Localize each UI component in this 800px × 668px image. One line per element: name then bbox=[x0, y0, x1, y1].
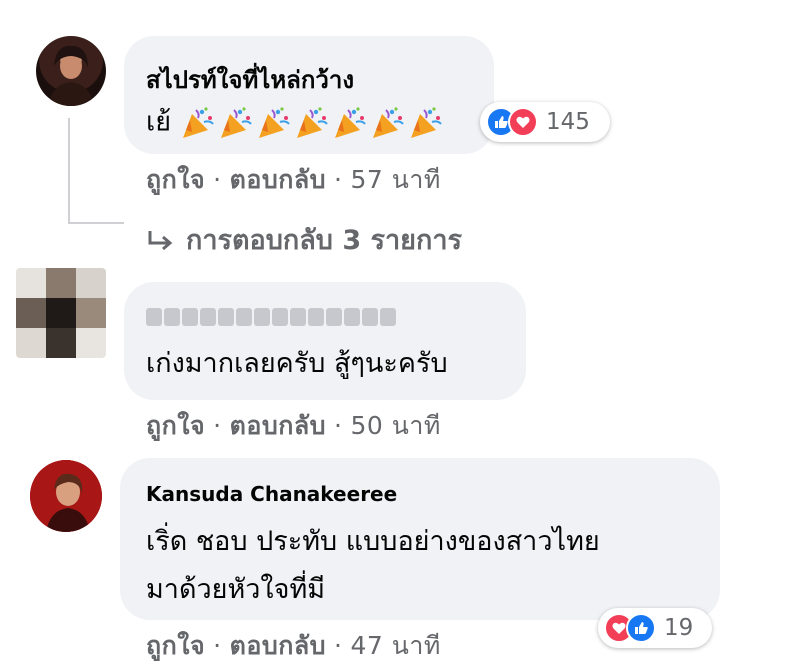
comment-text: เก่งมากเลยครับ สู้ๆนะครับ bbox=[146, 348, 448, 379]
reactions-summary[interactable]: 145 bbox=[480, 102, 610, 142]
party-popper-icon bbox=[296, 107, 328, 138]
timestamp[interactable]: 50 นาที bbox=[351, 411, 441, 440]
comment-author[interactable]: Kansuda Chanakeeree bbox=[146, 482, 397, 506]
like-link[interactable]: ถูกใจ bbox=[146, 165, 205, 194]
avatar[interactable] bbox=[30, 460, 102, 532]
like-reaction-icon bbox=[626, 613, 656, 643]
reaction-count: 19 bbox=[664, 615, 694, 641]
avatar[interactable] bbox=[36, 36, 106, 106]
party-popper-icon bbox=[182, 107, 214, 138]
love-reaction-icon bbox=[508, 107, 538, 137]
like-link[interactable]: ถูกใจ bbox=[146, 631, 205, 660]
comment-author[interactable]: สไปรท์ใจที่ไหล่กว้าง bbox=[146, 60, 354, 99]
avatar-blurred[interactable] bbox=[16, 268, 106, 358]
party-popper-icon bbox=[372, 107, 404, 138]
like-link[interactable]: ถูกใจ bbox=[146, 411, 205, 440]
comment-actions: ถูกใจ · ตอบกลับ · 47 นาที bbox=[146, 626, 441, 666]
separator-dot: · bbox=[213, 631, 222, 660]
comment-text-value: เย้ bbox=[146, 106, 172, 138]
avatar-photo-icon bbox=[30, 460, 102, 532]
avatar-photo-icon bbox=[48, 45, 94, 106]
blurred-author-name[interactable] bbox=[146, 308, 396, 326]
reply-link[interactable]: ตอบกลับ bbox=[230, 411, 326, 440]
comment-actions: ถูกใจ · ตอบกลับ · 57 นาที bbox=[146, 160, 441, 200]
timestamp[interactable]: 57 นาที bbox=[351, 165, 441, 194]
replies-count-label: การตอบกลับ 3 รายการ bbox=[186, 225, 463, 256]
separator-dot: · bbox=[334, 165, 343, 194]
pixelated-avatar-icon bbox=[16, 268, 106, 358]
view-replies-link[interactable]: การตอบกลับ 3 รายการ bbox=[146, 218, 462, 261]
party-popper-icon bbox=[410, 107, 442, 138]
timestamp[interactable]: 47 นาที bbox=[351, 631, 441, 660]
reply-link[interactable]: ตอบกลับ bbox=[230, 165, 326, 194]
party-popper-icon bbox=[258, 107, 290, 138]
comment-actions: ถูกใจ · ตอบกลับ · 50 นาที bbox=[146, 406, 441, 446]
emoji-row bbox=[180, 107, 446, 138]
separator-dot: · bbox=[213, 165, 222, 194]
comment-text-line-2: มาด้วยหัวใจที่มี bbox=[146, 574, 326, 605]
comment-bubble bbox=[124, 282, 526, 400]
thread-line-horizontal bbox=[68, 222, 124, 224]
separator-dot: · bbox=[213, 411, 222, 440]
reactions-summary[interactable]: 19 bbox=[598, 608, 712, 648]
separator-dot: · bbox=[334, 631, 343, 660]
party-popper-icon bbox=[220, 107, 252, 138]
comment-text: เย้ bbox=[146, 106, 446, 140]
reply-link[interactable]: ตอบกลับ bbox=[230, 631, 326, 660]
reply-arrow-icon bbox=[148, 230, 173, 250]
separator-dot: · bbox=[334, 411, 343, 440]
party-popper-icon bbox=[334, 107, 366, 138]
reaction-count: 145 bbox=[546, 109, 590, 135]
comment-text-line-1: เริ่ด ชอบ ประทับ แบบอย่างของสาวไทย bbox=[146, 526, 600, 557]
thread-line-vertical bbox=[68, 118, 70, 224]
